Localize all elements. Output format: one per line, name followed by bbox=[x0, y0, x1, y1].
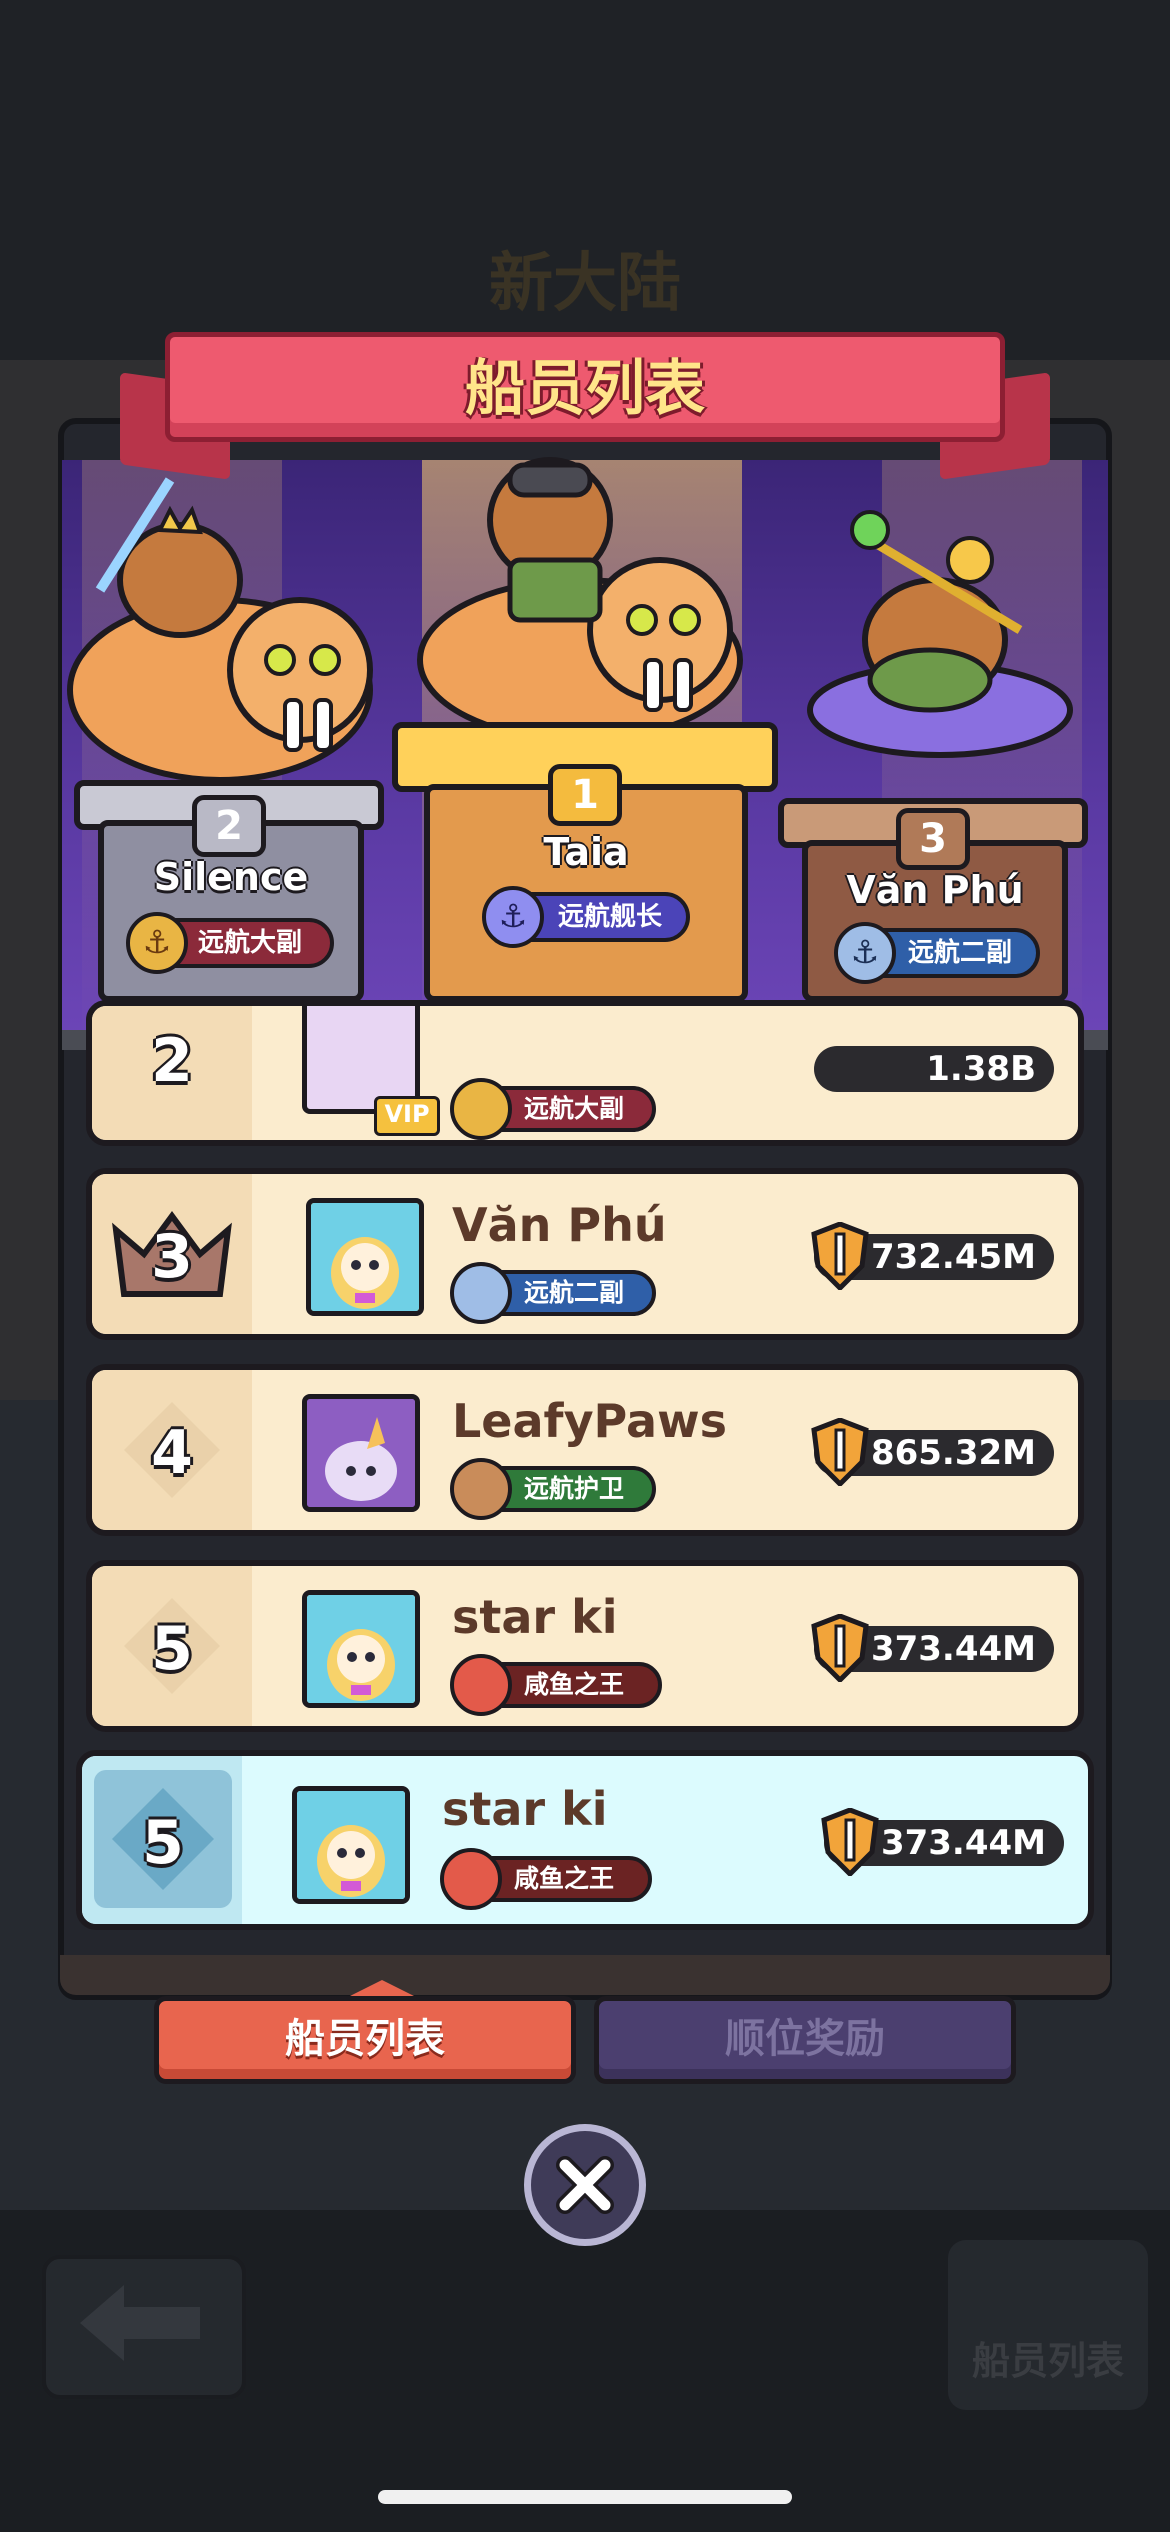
close-icon bbox=[556, 2156, 614, 2214]
avatar-unicorn-icon bbox=[307, 1399, 415, 1507]
rank-number: 2 bbox=[151, 1026, 193, 1096]
panel-bottom-edge bbox=[60, 1955, 1110, 1995]
salted-fish-emblem-icon bbox=[440, 1848, 502, 1910]
sword-shield-icon bbox=[811, 1614, 869, 1682]
anchor-emblem-icon: ⚓ bbox=[834, 922, 896, 984]
sword-shield-icon bbox=[821, 1808, 879, 1876]
anchor-emblem-icon bbox=[450, 1262, 512, 1324]
sword-shield-icon bbox=[811, 1418, 869, 1486]
background-scene-title: 新大陆 bbox=[489, 247, 681, 321]
avatar bbox=[292, 1786, 410, 1904]
avatar bbox=[306, 1198, 424, 1316]
player-name: LeafyPaws bbox=[452, 1394, 727, 1448]
player-name: star ki bbox=[452, 1590, 618, 1644]
rank-number: 3 bbox=[151, 1222, 193, 1292]
panel-title: 船员列表 bbox=[465, 354, 705, 424]
podium-name-1: Taia bbox=[543, 830, 629, 874]
list-row[interactable]: 4 LeafyPaws 远航护卫 865.32M bbox=[86, 1364, 1084, 1536]
list-row[interactable]: 3 Văn Phú 远航二副 732.45M bbox=[86, 1168, 1084, 1340]
close-button[interactable] bbox=[524, 2124, 646, 2246]
podium-name-3: Văn Phú bbox=[846, 868, 1024, 912]
avatar bbox=[302, 1590, 420, 1708]
home-indicator[interactable] bbox=[378, 2490, 792, 2504]
avatar bbox=[302, 1394, 420, 1512]
avatar-girl-icon bbox=[311, 1203, 419, 1311]
rank-badge-1: 1 bbox=[548, 764, 622, 826]
tab-crew-list[interactable]: 船员列表 bbox=[154, 1996, 576, 2084]
my-rank-row[interactable]: 5 star ki 咸鱼之王 373.44M bbox=[76, 1750, 1094, 1930]
rank-number: 4 bbox=[151, 1418, 193, 1488]
player-name: Văn Phú bbox=[452, 1198, 667, 1252]
salted-fish-emblem-icon bbox=[450, 1654, 512, 1716]
rank-badge-3: 3 bbox=[896, 808, 970, 870]
rank-number: 5 bbox=[151, 1614, 193, 1684]
rank-number: 5 bbox=[142, 1808, 184, 1878]
capybara-carpet-icon bbox=[807, 510, 1073, 758]
rank-badge-2: 2 bbox=[192, 795, 266, 857]
background-crew-label: 船员列表 bbox=[971, 2339, 1124, 2383]
avatar-girl-icon bbox=[297, 1791, 405, 1899]
anchor-emblem-icon: ⚓ bbox=[482, 886, 544, 948]
tiger-mount-icon bbox=[67, 477, 373, 783]
player-name: star ki bbox=[442, 1782, 608, 1836]
tiger-mount-icon bbox=[417, 457, 743, 743]
back-arrow-icon bbox=[80, 2285, 200, 2361]
anchor-emblem-icon bbox=[450, 1078, 512, 1140]
anchor-emblem-icon: ⚓ bbox=[126, 912, 188, 974]
podium-name-2: Silence bbox=[153, 855, 309, 899]
sword-shield-icon bbox=[811, 1222, 869, 1290]
avatar-girl-icon bbox=[307, 1595, 415, 1703]
power-value: 1.38B bbox=[814, 1046, 1054, 1092]
tab-rank-rewards[interactable]: 顺位奖励 bbox=[594, 1996, 1016, 2084]
vip-badge: VIP bbox=[374, 1096, 440, 1136]
anchor-emblem-icon bbox=[450, 1458, 512, 1520]
list-row[interactable]: 5 star ki 咸鱼之王 373.44M bbox=[86, 1560, 1084, 1732]
list-row-partial[interactable]: 2 VIP 远航大副 1.38B bbox=[86, 1000, 1084, 1146]
